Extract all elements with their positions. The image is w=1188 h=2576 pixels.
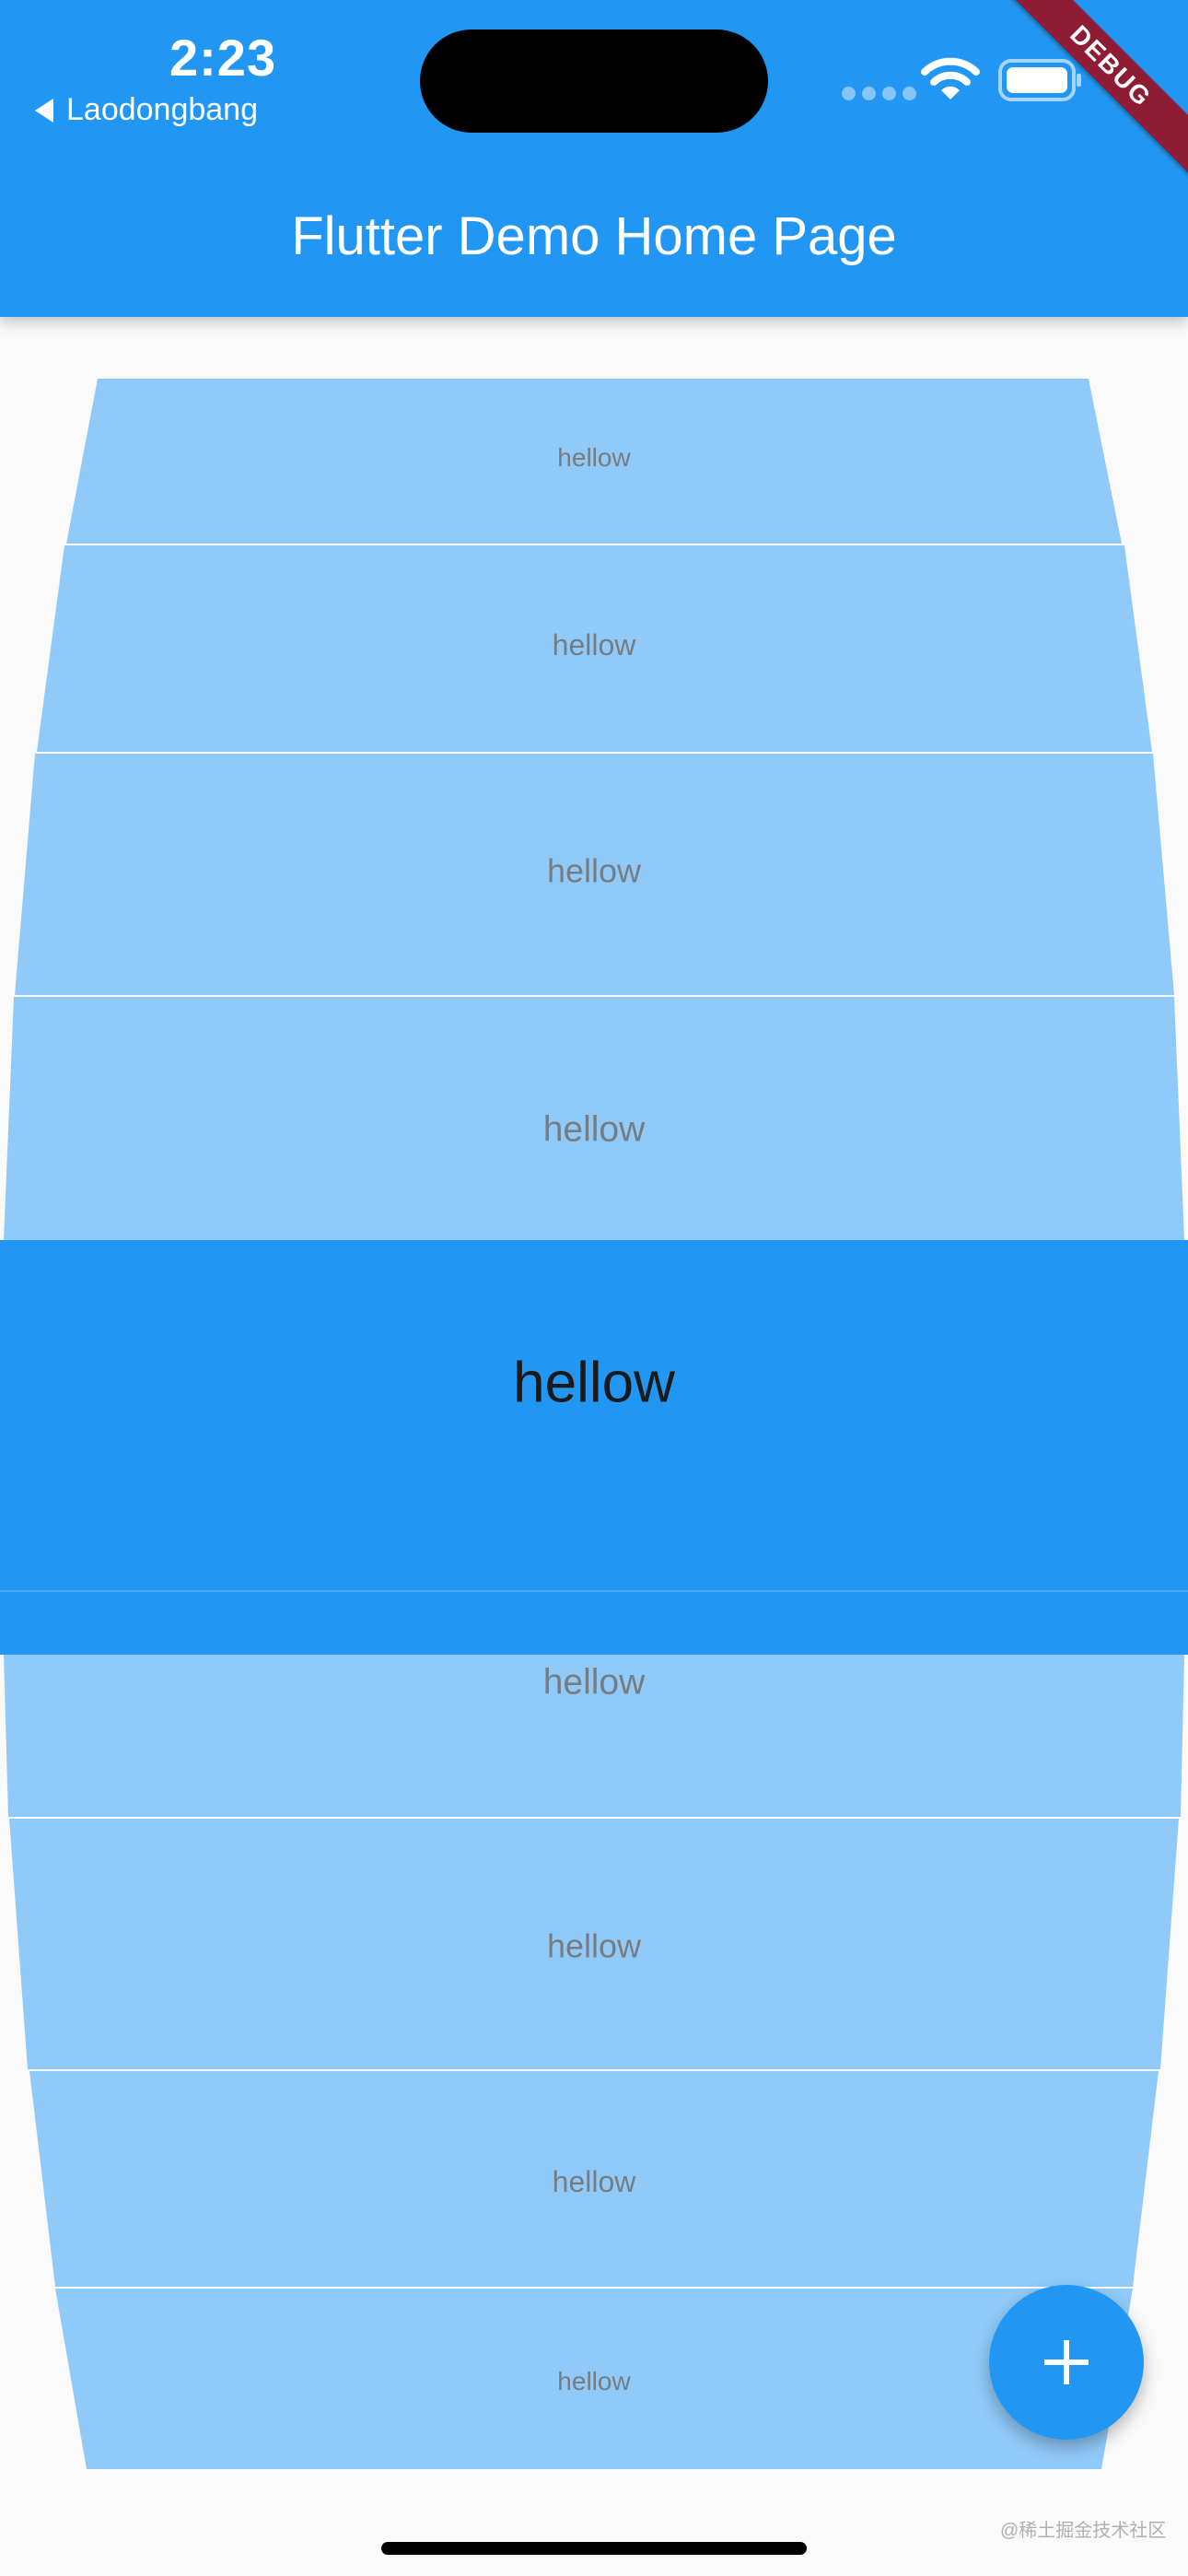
plus-icon: [1044, 2340, 1089, 2384]
back-to-app-link[interactable]: Laodongbang: [35, 92, 258, 128]
app-bar: 2:23 Laodongbang DEBUG Flutter Demo Home…: [0, 0, 1188, 317]
back-app-label: Laodongbang: [66, 92, 259, 127]
wheel-item-label: hellow: [547, 852, 642, 890]
page-title: Flutter Demo Home Page: [291, 206, 897, 266]
wheel-item[interactable]: hellow: [37, 545, 1152, 752]
wheel-item-label: hellow: [543, 1110, 646, 1150]
wheel-item[interactable]: hellow: [4, 1655, 1184, 1817]
wheel-item-label: hellow: [557, 2367, 631, 2395]
wheel-item[interactable]: hellow: [55, 2289, 1133, 2469]
cellular-signal-icon: [842, 87, 916, 100]
wheel-item-label: hellow: [543, 1663, 646, 1703]
wheel-item[interactable]: hellow: [66, 379, 1122, 544]
wheel-item-label: hellow: [557, 443, 631, 472]
wheel-item[interactable]: hellow: [15, 754, 1174, 995]
status-time: 2:23: [169, 29, 277, 87]
dynamic-island: [420, 29, 768, 133]
wheel-item-label: hellow: [547, 1927, 642, 1965]
add-button[interactable]: [989, 2285, 1144, 2440]
wheel-item-background: [0, 1240, 1188, 1655]
wheel-item-label: hellow: [513, 1352, 675, 1415]
wheel-item-label: hellow: [553, 2165, 637, 2198]
back-arrow-icon: [35, 98, 53, 123]
wheel-list[interactable]: hellow hellow hellow hellow hellow hellow hell…: [0, 0, 1188, 2576]
wifi-icon: [921, 57, 980, 100]
home-indicator: [381, 2542, 807, 2555]
wheel-item[interactable]: hellow: [4, 997, 1184, 1240]
wheel-item-label: hellow: [553, 628, 637, 662]
wheel-item[interactable]: hellow: [9, 1819, 1179, 2069]
battery-icon: [998, 59, 1081, 101]
wheel-item-selected[interactable]: hellow: [0, 1240, 1188, 1655]
wheel-item[interactable]: hellow: [29, 2071, 1159, 2287]
watermark: @稀土掘金技术社区: [1000, 2521, 1167, 2541]
